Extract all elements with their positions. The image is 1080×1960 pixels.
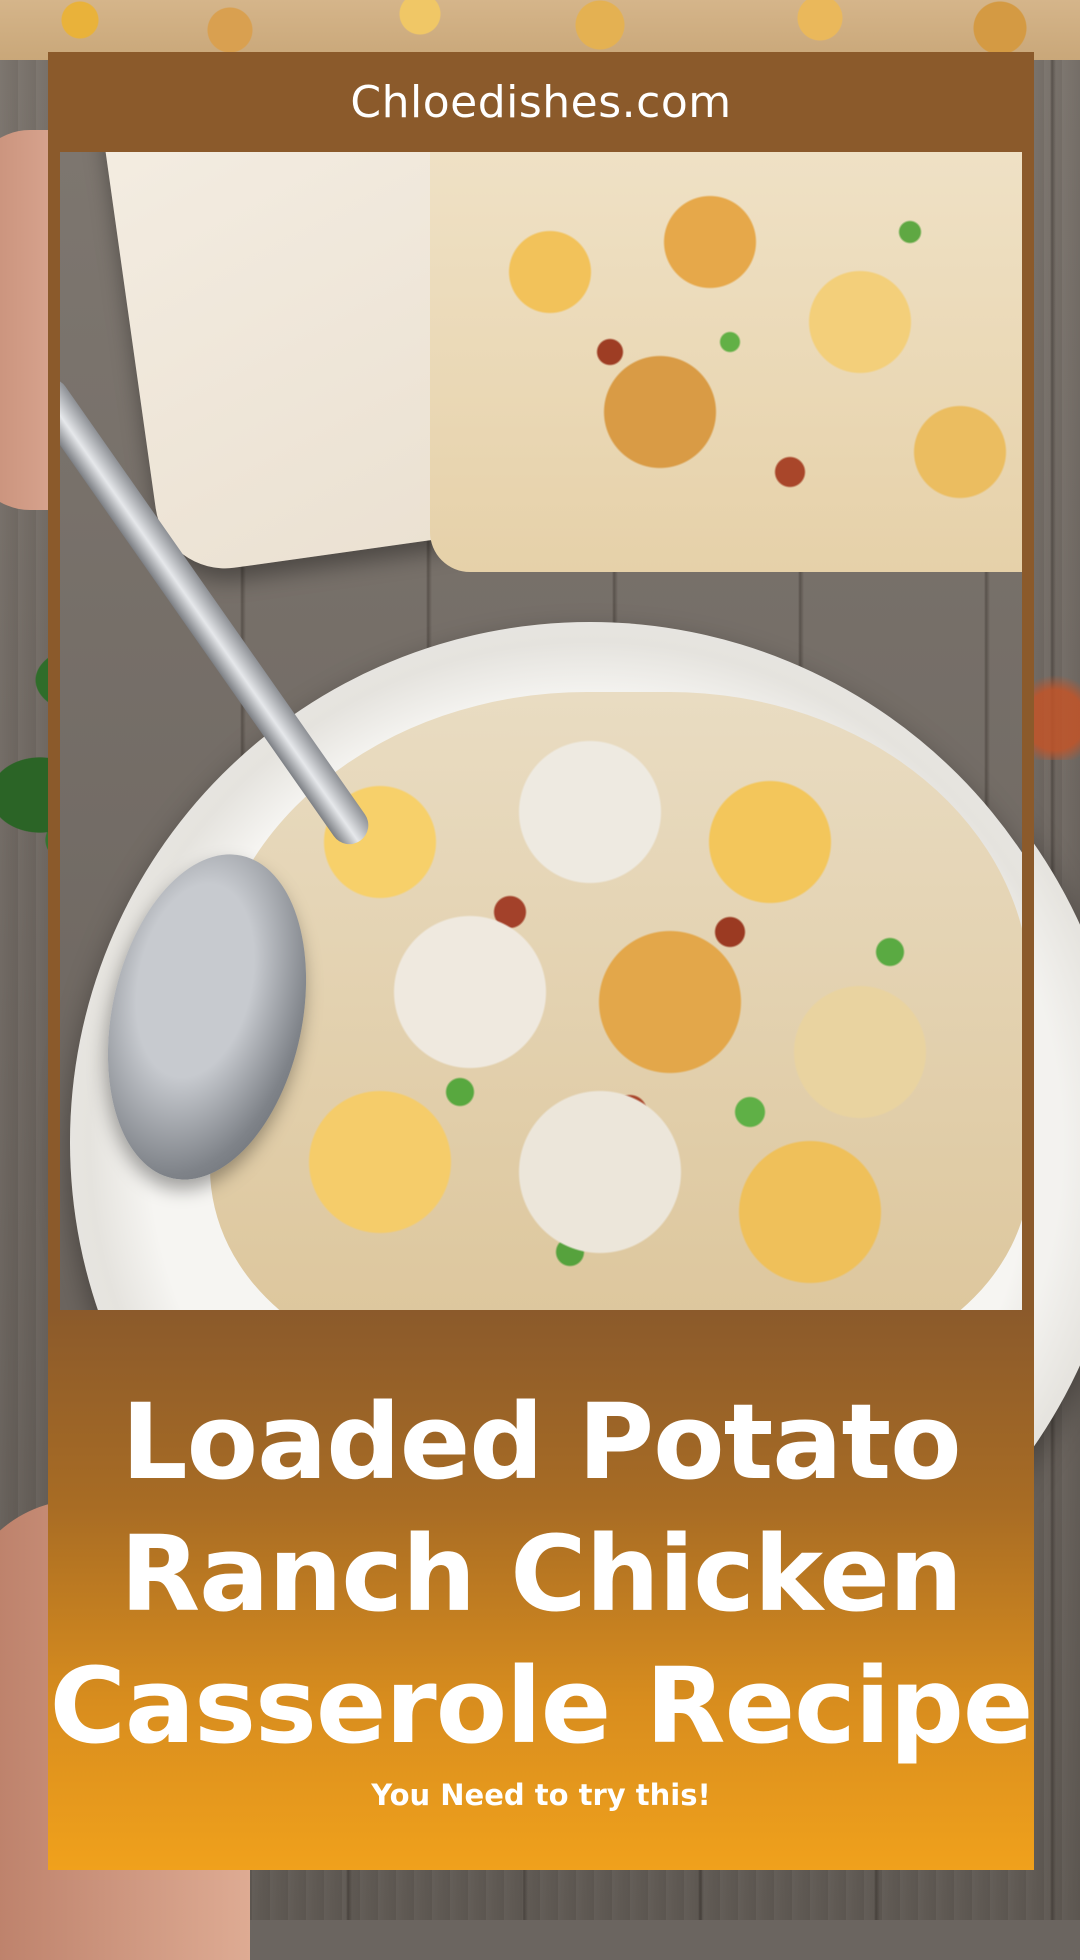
site-header: Chloedishes.com — [48, 52, 1034, 152]
title-panel: Loaded Potato Ranch Chicken Casserole Re… — [48, 1310, 1034, 1870]
recipe-card: Chloedishes.com Loaded Potato Ranch Chic… — [48, 52, 1034, 1870]
casserole-edge-background — [0, 0, 1080, 60]
recipe-tagline: You Need to try this! — [371, 1778, 711, 1812]
casserole-filling — [430, 152, 1022, 572]
food-photo — [60, 152, 1022, 1310]
recipe-title: Loaded Potato Ranch Chicken Casserole Re… — [48, 1376, 1034, 1772]
site-name: Chloedishes.com — [350, 76, 732, 128]
title-line: Casserole Recipe — [49, 1645, 1034, 1767]
title-line: Ranch Chicken — [120, 1513, 963, 1635]
title-line: Loaded Potato — [121, 1381, 961, 1503]
